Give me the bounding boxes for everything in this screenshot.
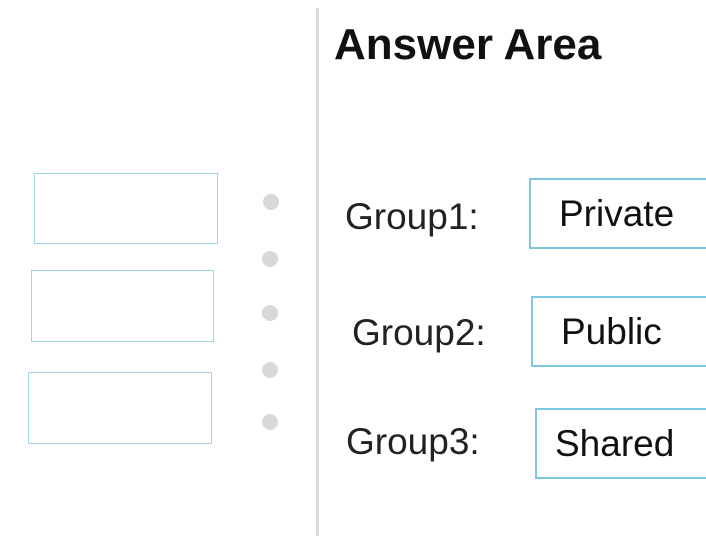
drag-handle-dot[interactable]: [262, 362, 278, 378]
group-label-1: Group1:: [345, 196, 479, 237]
answer-area-title: Answer Area: [334, 20, 602, 69]
source-slot-2[interactable]: [31, 270, 214, 342]
drag-handle-dot[interactable]: [262, 305, 278, 321]
drag-handle-dot[interactable]: [263, 194, 279, 210]
answer-box-3[interactable]: Shared: [535, 408, 706, 479]
source-slot-3[interactable]: [28, 372, 212, 444]
group-label-3: Group3:: [346, 421, 480, 462]
drag-handle-dot[interactable]: [262, 251, 278, 267]
divider: [316, 8, 319, 536]
answer-box-1[interactable]: Private: [529, 178, 706, 249]
answer-box-2[interactable]: Public: [531, 296, 706, 367]
drag-handle-dot[interactable]: [262, 414, 278, 430]
source-slot-1[interactable]: [34, 173, 218, 244]
group-label-2: Group2:: [352, 312, 486, 353]
